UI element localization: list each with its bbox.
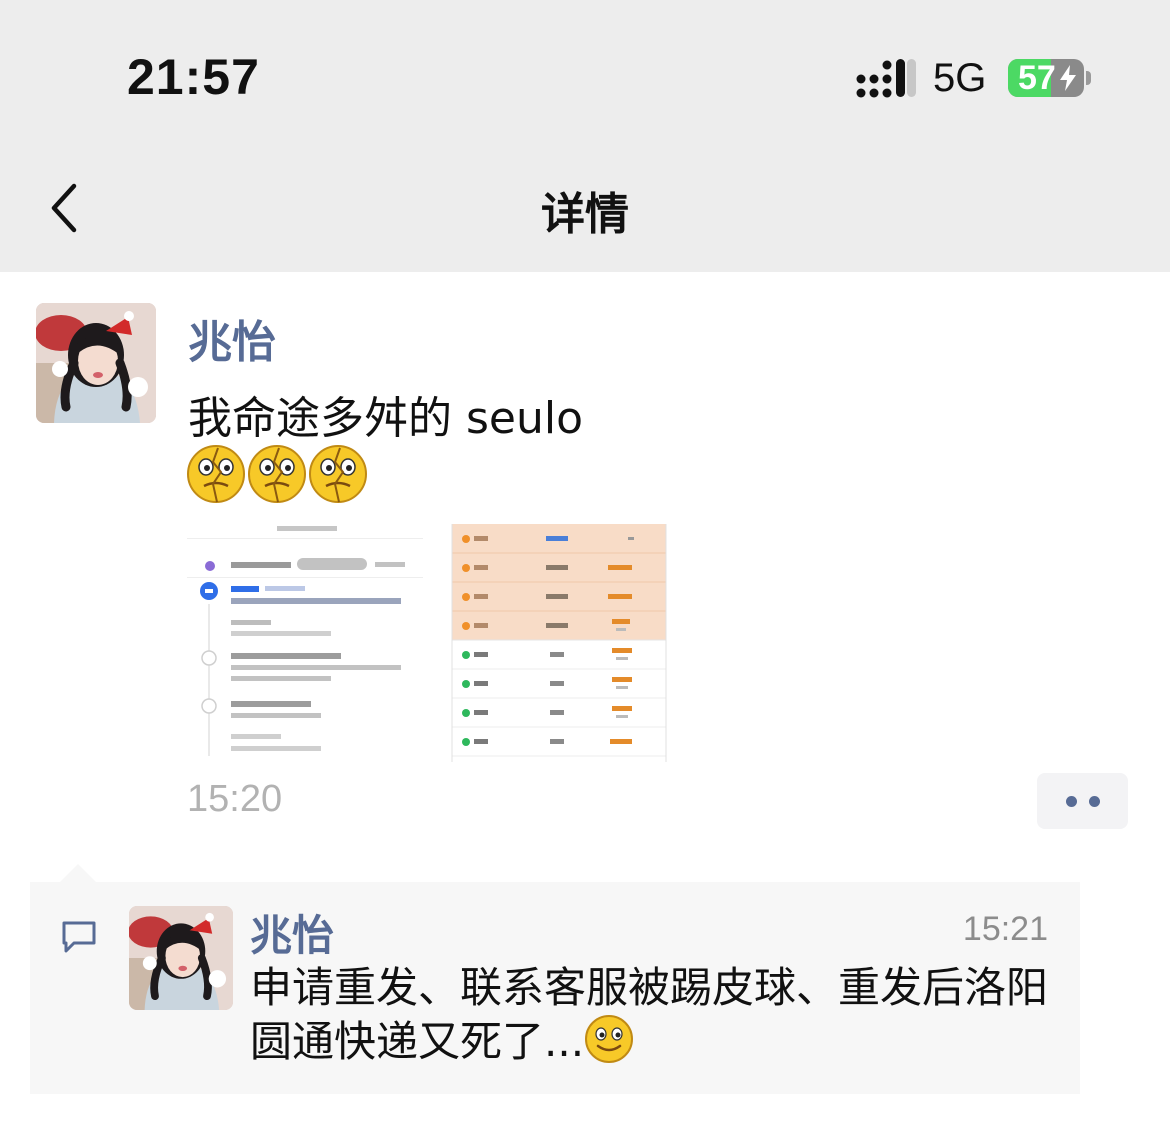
comment-text: 申请重发、联系客服被踢皮球、重发后洛阳圆通快递又死了... xyxy=(250,962,1050,1068)
comment-author-name[interactable]: 兆怡 xyxy=(250,902,334,963)
more-dots-icon xyxy=(1066,796,1077,807)
charging-bolt-icon xyxy=(1060,65,1076,91)
battery-icon: 57 xyxy=(1008,59,1084,97)
comments-section: 兆怡 15:21 申请重发、联系客服被踢皮球、重发后洛阳圆通快递又死了... xyxy=(30,882,1080,1094)
network-type: 5G xyxy=(933,56,987,100)
more-dots-icon xyxy=(1089,796,1100,807)
post-timestamp: 15:20 xyxy=(187,778,283,820)
post-image-tracking[interactable] xyxy=(187,524,423,762)
comment-text-content: 申请重发、联系客服被踢皮球、重发后洛阳圆通快递又死了... xyxy=(250,963,1049,1066)
status-time: 21:57 xyxy=(127,49,260,105)
battery-percentage: 57 xyxy=(1018,59,1056,97)
broken-face-emoji xyxy=(309,445,367,503)
status-bar: 21:57 5G 57 xyxy=(0,0,1170,140)
comment-icon xyxy=(62,921,96,953)
more-button[interactable] xyxy=(1037,773,1128,829)
battery-cap xyxy=(1086,71,1091,85)
post-author-name[interactable]: 兆怡 xyxy=(188,306,276,370)
post-image-order-list[interactable] xyxy=(438,524,674,762)
post-text: 我命途多舛的 seulo xyxy=(188,393,584,444)
broken-face-emoji xyxy=(248,445,306,503)
navigation-bar: 详情 xyxy=(0,140,1170,272)
page-title: 详情 xyxy=(541,189,629,240)
avatar[interactable] xyxy=(36,303,156,423)
broken-face-emoji xyxy=(187,445,245,503)
smile-emoji xyxy=(585,1015,634,1063)
signal-icon xyxy=(856,59,916,98)
comment-timestamp: 15:21 xyxy=(962,910,1048,948)
comment-avatar[interactable] xyxy=(129,906,233,1010)
emoji-row xyxy=(186,444,368,504)
comments-pointer xyxy=(60,864,96,882)
